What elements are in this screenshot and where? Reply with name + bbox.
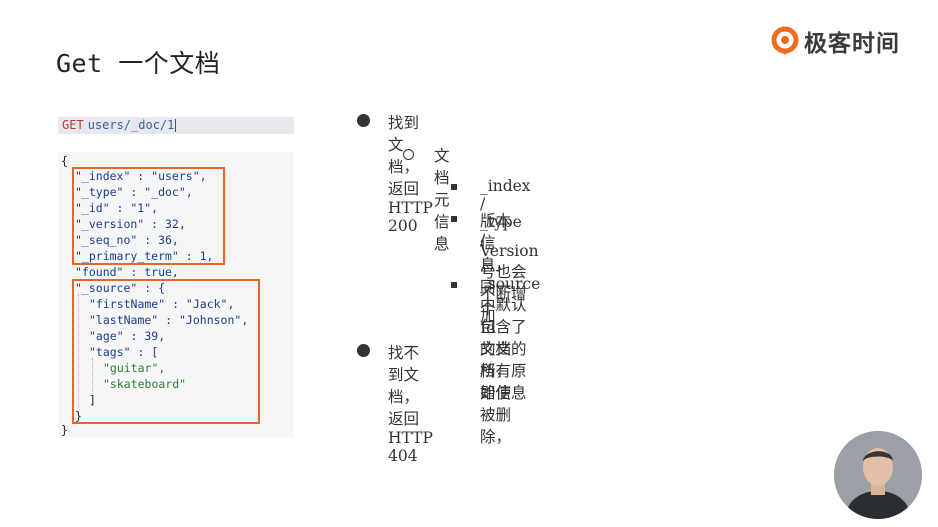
bullet-source: _source 中默认包含了文档的所有原始信息 <box>480 275 541 402</box>
request-method: GET <box>62 118 84 132</box>
brand-logo: 极客时间 <box>770 24 900 58</box>
bullet-dot-icon <box>357 114 370 127</box>
json-line-found: "found" : true, <box>75 265 179 279</box>
json-close-brace: } <box>61 423 68 437</box>
text-cursor <box>175 119 177 132</box>
bullet-square-icon <box>451 216 457 222</box>
geektime-logo-icon <box>771 26 799 55</box>
json-open-brace: { <box>61 154 68 168</box>
slide-title: Get 一个文档 <box>56 49 221 78</box>
bullet-dot-icon <box>357 344 370 357</box>
bullet-circle-icon <box>403 149 414 160</box>
bullet-square-icon <box>451 282 457 288</box>
request-line: GET users/_doc/1 <box>58 117 294 134</box>
metadata-highlight-box <box>72 167 225 265</box>
bullet-not-found: 找不到文档，返回 HTTP 404 <box>388 344 433 465</box>
bullet-square-icon <box>451 184 457 190</box>
presenter-avatar-icon <box>834 431 922 519</box>
request-path: users/_doc/1 <box>87 118 175 132</box>
brand-name: 极客时间 <box>804 31 900 57</box>
bullet-found: 找到文档，返回 HTTP 200 <box>388 114 433 235</box>
bullet-meta: 文档元信息 <box>434 147 450 253</box>
presenter-video-thumbnail <box>834 431 922 519</box>
source-highlight-box <box>72 279 260 424</box>
